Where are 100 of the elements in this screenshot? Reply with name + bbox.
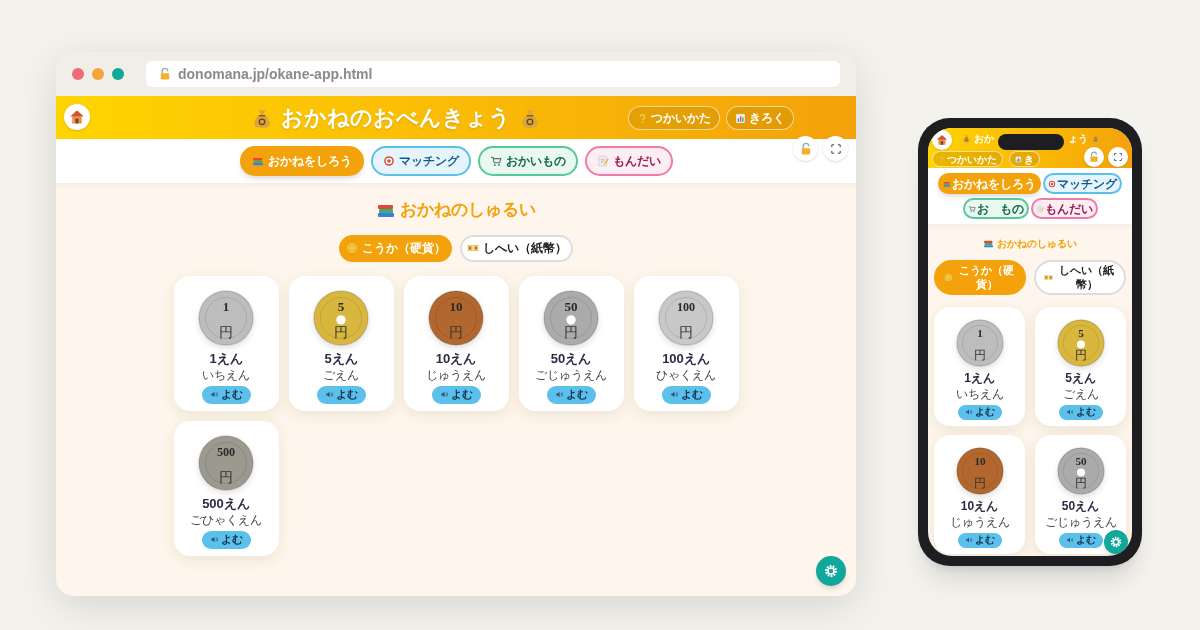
coin-reading: ごひゃくえん <box>190 512 262 528</box>
read-aloud-button[interactable]: よむ <box>957 405 1002 420</box>
camera-notch <box>998 134 1064 150</box>
speaker-icon <box>209 535 219 545</box>
coin-name: 1えん <box>964 371 995 386</box>
coin-reading: ごえん <box>1062 387 1099 402</box>
toggle-button[interactable]: しへい（紙幣） <box>1034 260 1126 295</box>
coin-name: 1えん <box>209 350 243 367</box>
coin-name: 500えん <box>202 495 250 512</box>
toggle-button[interactable]: しへい（紙幣） <box>460 234 573 262</box>
unlocked-padlock-icon <box>1088 151 1100 163</box>
house-icon <box>936 134 948 146</box>
speaker-icon <box>554 390 564 400</box>
coin-unit: 円 <box>1074 348 1087 362</box>
coin-name: 10えん <box>960 499 999 514</box>
read-aloud-button[interactable]: よむ <box>661 385 711 404</box>
speaker-icon <box>669 390 679 400</box>
coin-icon <box>345 242 358 254</box>
coin-value: 5 <box>1077 326 1084 339</box>
books-icon <box>251 155 264 167</box>
cart-icon <box>967 204 976 213</box>
coin-card[interactable]: 50 円 50えん ごじゅうえん よむ <box>518 275 624 411</box>
window-control[interactable] <box>112 68 124 80</box>
read-aloud-button[interactable]: よむ <box>201 530 251 549</box>
read-aloud-button[interactable]: よむ <box>316 385 366 404</box>
coin-unit: 円 <box>679 323 693 340</box>
settings-icon <box>1109 535 1123 549</box>
coin-value: 50 <box>1074 454 1087 467</box>
banknote-icon <box>466 242 479 254</box>
house-icon <box>69 109 85 125</box>
coin-card[interactable]: 10 円 10えん じゅうえん よむ <box>934 435 1025 554</box>
coin-name: 5えん <box>1065 371 1096 386</box>
coin-name: 100えん <box>662 350 710 367</box>
coin-reading: ごじゅうえん <box>1044 515 1117 530</box>
coin-reading: いちえん <box>202 367 250 383</box>
tab[interactable]: もんだい <box>1030 198 1098 219</box>
cart-icon <box>489 155 502 167</box>
url-text: donomana.jp/okane-app.html <box>178 64 373 84</box>
read-aloud-button[interactable]: よむ <box>546 385 596 404</box>
coin-reading: ごじゅうえん <box>535 367 607 383</box>
section-title: おかねのしゅるい <box>997 237 1077 251</box>
bar-chart-icon <box>735 112 746 124</box>
banknote-icon <box>1044 273 1053 282</box>
fullscreen-icon <box>1113 152 1123 162</box>
coin-icon <box>944 273 953 282</box>
memo-icon <box>1035 204 1044 213</box>
target-icon <box>382 155 395 167</box>
coin-reading: ごえん <box>323 367 359 383</box>
question-icon <box>938 155 945 163</box>
coin-value: 5 <box>337 298 345 314</box>
read-aloud-button[interactable]: よむ <box>957 533 1002 548</box>
speaker-icon <box>324 390 334 400</box>
question-icon <box>637 112 648 124</box>
coin-card[interactable]: 1 円 1えん いちえん よむ <box>173 275 279 411</box>
coin-card[interactable]: 10 円 10えん じゅうえん よむ <box>403 275 509 411</box>
coin-card[interactable]: 5 円 5えん ごえん よむ <box>288 275 394 411</box>
coin-card[interactable]: 1 円 1えん いちえん よむ <box>934 307 1025 426</box>
coin-name: 50えん <box>550 350 592 367</box>
read-aloud-button[interactable]: よむ <box>201 385 251 404</box>
read-aloud-button[interactable]: よむ <box>1058 405 1103 420</box>
tab[interactable]: お もの <box>962 198 1029 219</box>
books-icon <box>943 179 951 188</box>
home-button[interactable] <box>932 130 952 150</box>
coin-reading: じゅうえん <box>426 367 486 383</box>
coin-value: 10 <box>973 454 986 467</box>
speaker-icon <box>1065 536 1074 545</box>
app-title: おか <box>974 132 994 146</box>
tab[interactable]: もんだい <box>584 146 673 176</box>
address-bar[interactable]: donomana.jp/okane-app.html <box>146 61 840 87</box>
coin-unit: 円 <box>564 323 578 340</box>
coin-card[interactable]: 50 円 50えん ごじゅうえん よむ <box>1035 435 1126 554</box>
section-title: おかねのしゅるい <box>400 199 536 221</box>
tab[interactable]: おかいもの <box>477 146 578 176</box>
speaker-icon <box>1065 408 1074 417</box>
coin-unit: 円 <box>973 476 986 490</box>
coin-name: 5えん <box>324 350 358 367</box>
coin-name: 50えん <box>1061 499 1100 514</box>
read-aloud-button[interactable]: よむ <box>431 385 481 404</box>
speaker-icon <box>964 536 973 545</box>
tab[interactable]: マッチング <box>370 146 471 176</box>
coin-unit: 円 <box>219 468 233 485</box>
memo-icon <box>596 155 609 167</box>
target-icon <box>1048 179 1056 188</box>
coin-card[interactable]: 500 円 500えん ごひゃくえん よむ <box>173 420 279 556</box>
window-control[interactable] <box>72 68 84 80</box>
fullscreen-icon <box>829 142 842 155</box>
tab[interactable]: マッチング <box>1043 173 1122 194</box>
coin-value: 100 <box>676 299 696 314</box>
coin-unit: 円 <box>449 323 463 340</box>
app-title: ょう <box>1068 132 1088 146</box>
window-control[interactable] <box>92 68 104 80</box>
coin-value: 50 <box>564 298 578 314</box>
app-title: おかねのおべんきょう <box>281 104 511 132</box>
speaker-icon <box>439 390 449 400</box>
coin-value: 500 <box>216 444 236 459</box>
read-aloud-button[interactable]: よむ <box>1058 533 1103 548</box>
coin-unit: 円 <box>973 348 986 362</box>
speaker-icon <box>964 408 973 417</box>
coin-card[interactable]: 100 円 100えん ひゃくえん よむ <box>633 275 739 411</box>
coin-card[interactable]: 5 円 5えん ごえん よむ <box>1035 307 1126 426</box>
